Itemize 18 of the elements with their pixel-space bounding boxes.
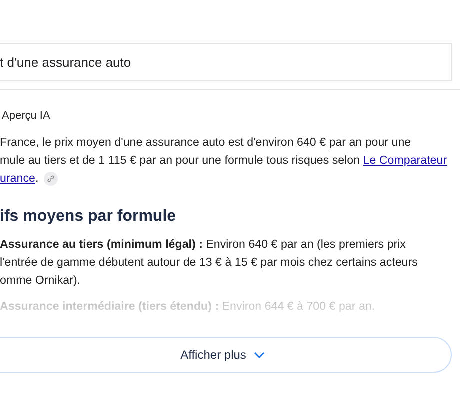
item-text: Environ 644 € à 700 € par an. (222, 300, 376, 313)
section-label: Aperçu IA (2, 110, 52, 122)
paragraph-text: mule au tiers et de 1 115 € par an pour une formule tous risques selon (0, 154, 362, 167)
item-text: Environ 640 € par an (les premiers prix (206, 238, 406, 251)
source-link[interactable]: Le Comparateur (363, 154, 448, 167)
paragraph-text: France, le prix moyen d'une assurance auto est d'environ 640 € par an pour une (0, 136, 412, 149)
chevron-down-icon (254, 352, 266, 358)
link-icon[interactable] (44, 172, 58, 186)
source-link[interactable]: urance (0, 172, 36, 185)
item-label: Assurance au tiers (minimum légal) : (0, 238, 203, 251)
paragraph-text: . (35, 172, 39, 185)
section-heading: ifs moyens par formule (0, 208, 178, 226)
search-query: t d'une assurance auto (0, 54, 132, 70)
item-text: l'entrée de gamme débutent autour de 13 € à 15 € par mois chez certains acteurs (0, 256, 418, 269)
search-field[interactable]: t d'une assurance auto (0, 43, 452, 81)
item-text: omme Ornikar). (0, 274, 81, 287)
item-label: Assurance intermédiaire (tiers étendu) : (0, 300, 220, 313)
show-more-button[interactable]: Afficher plus (0, 337, 452, 373)
